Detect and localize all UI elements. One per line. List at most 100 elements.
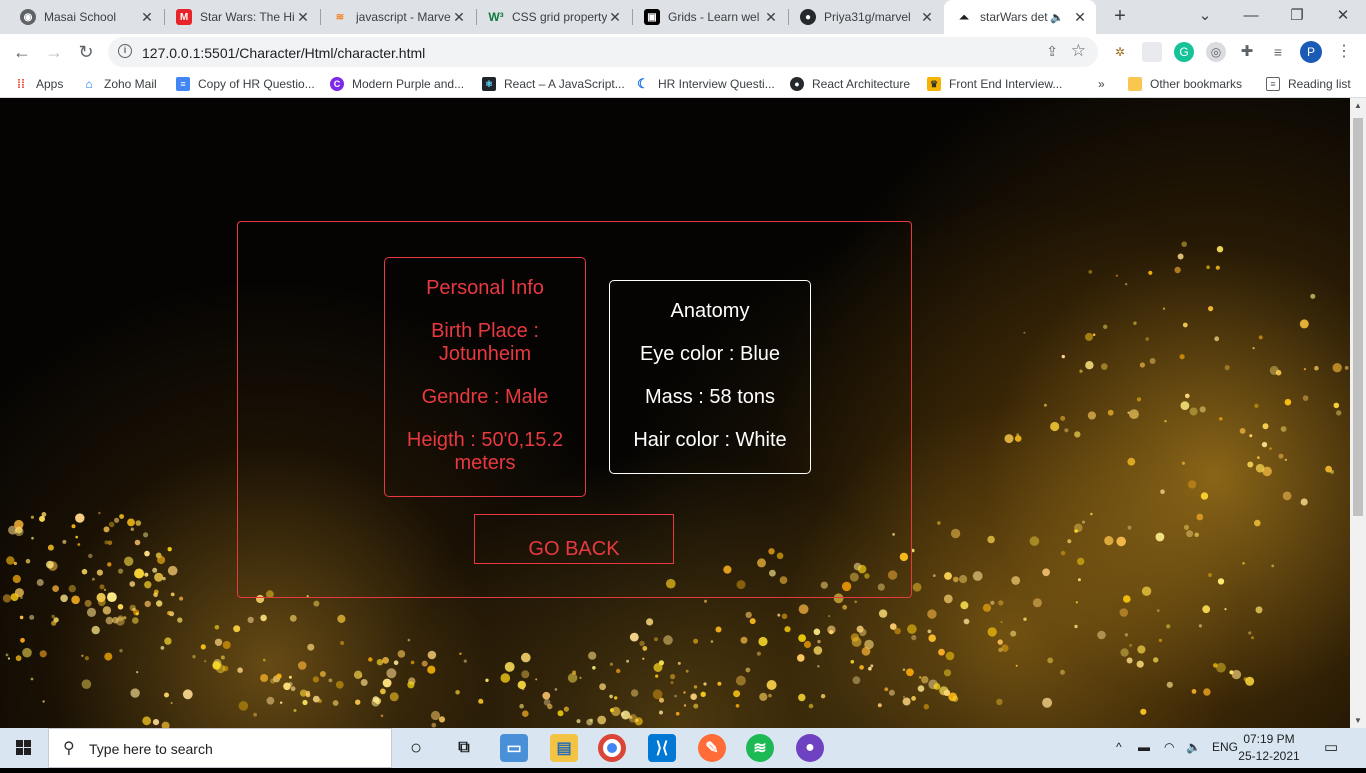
address-bar[interactable]: i 127.0.0.1:5501/Character/Html/characte… [108,37,1098,67]
sparkle-dot [372,696,379,703]
share-icon[interactable]: ⇪ [1046,43,1058,60]
chrome-icon[interactable] [598,734,626,762]
windows-start-icon[interactable] [0,728,48,768]
tab-masai[interactable]: ◉ Masai School ✕ [8,0,163,34]
forward-icon[interactable]: → [42,40,66,64]
info-icon[interactable]: i [118,44,132,58]
go-back-button[interactable]: GO BACK [474,514,674,564]
page-scrollbar[interactable]: ▲ ▼ [1350,98,1366,728]
desktop-app-icon[interactable]: ▭ [500,734,528,762]
bookmark-hr-interview[interactable]: ☾ HR Interview Questi... [636,76,775,92]
extension-blank-icon[interactable] [1142,42,1162,62]
tab-starwars-hi[interactable]: M Star Wars: The Hi ✕ [164,0,319,34]
sparkle-dot [588,651,597,660]
extension-gray-icon[interactable]: ◎ [1206,42,1226,62]
extension-bug-icon[interactable]: ✲ [1110,42,1130,62]
tab-grids[interactable]: ▣ Grids - Learn wel ✕ [632,0,787,34]
bookmark-apps[interactable]: ⁞⁞ Apps [14,76,63,92]
sparkle-dot [114,517,120,523]
bookmark-modern-purple[interactable]: C Modern Purple and... [330,76,464,92]
github-desktop-icon[interactable]: ● [796,734,824,762]
sparkle-dot [870,664,874,668]
sparkle-dot [20,637,25,643]
sparkle-dot [30,677,34,681]
sparkle-dot [212,661,221,670]
grammarly-icon[interactable]: G [1174,42,1194,62]
scroll-up-icon[interactable]: ▲ [1353,101,1363,110]
tray-chevron-icon[interactable]: ^ [1116,740,1122,754]
bookmark-front-end[interactable]: ♛ Front End Interview... [927,76,1062,92]
tab-starwars-det[interactable]: ⏶ starWars det 🔈 ✕ [944,0,1096,34]
menu-kebab-icon[interactable]: ⋮ [1334,42,1354,62]
extensions-puzzle-icon[interactable]: ✚ [1237,42,1257,62]
task-view-icon[interactable]: ⧉ [450,734,478,762]
audio-icon[interactable]: 🔈 [1050,11,1064,24]
sparkle-dot [1302,395,1309,401]
sparkle-dot [563,706,570,712]
sparkle-dot [1284,398,1292,406]
scrollbar-thumb[interactable] [1353,118,1363,516]
cortana-icon[interactable]: ○ [402,734,430,762]
bookmark-react-architecture[interactable]: ● React Architecture [790,76,910,92]
sparkle-dot [634,717,643,726]
bookmark-zoho-mail[interactable]: ⌂ Zoho Mail [82,76,156,92]
taskbar-search[interactable]: ⚲ Type here to search [48,728,392,768]
scroll-down-icon[interactable]: ▼ [1353,716,1363,725]
vscode-icon[interactable]: ⟩⟨ [648,734,676,762]
new-tab-button[interactable]: + [1108,5,1132,29]
close-icon[interactable]: ✕ [451,9,467,25]
sparkle-dot [766,680,777,690]
back-icon[interactable]: ← [10,40,34,64]
volume-icon[interactable]: 🔈 [1186,740,1201,754]
sparkle-dot [1149,358,1156,364]
sparkle-dot [312,676,319,683]
sparkle-dot [1330,469,1334,474]
notifications-icon[interactable]: ▭ [1324,738,1338,756]
battery-icon[interactable]: ▬ [1138,740,1150,754]
bookmarks-overflow-button[interactable]: » [1098,76,1105,92]
bookmark-hr-questions[interactable]: ≡ Copy of HR Questio... [176,76,315,92]
taskbar-clock[interactable]: 07:19 PM 25-12-2021 [1238,731,1300,765]
profile-avatar[interactable]: P [1300,41,1322,63]
mdn-icon: ▣ [644,9,660,25]
sparkle-dot [683,691,686,694]
bookmark-reading-list[interactable]: ≡ Reading list [1266,76,1351,92]
sparkle-dot [238,701,249,711]
close-icon[interactable]: ✕ [1072,9,1088,25]
close-icon[interactable]: ✕ [763,9,779,25]
bookmark-other[interactable]: Other bookmarks [1128,76,1242,92]
close-icon[interactable]: ✕ [607,9,623,25]
url-text[interactable]: 127.0.0.1:5501/Character/Html/character.… [142,45,425,61]
file-explorer-icon[interactable]: ▤ [550,734,578,762]
close-window-button[interactable]: ✕ [1320,0,1366,34]
minimize-button[interactable]: — [1228,0,1274,34]
sparkle-dot [674,694,677,698]
sparkle-dot [521,670,530,679]
close-icon[interactable]: ✕ [919,9,935,25]
sparkle-dot [332,700,339,706]
sparkle-dot [1127,457,1136,466]
language-indicator[interactable]: ENG [1212,740,1238,754]
sparkle-dot [36,579,44,586]
sparkle-dot [1333,402,1340,409]
tab-javascript[interactable]: ≋ javascript - Marve ✕ [320,0,475,34]
close-icon[interactable]: ✕ [139,9,155,25]
bookmark-star-icon[interactable]: ☆ [1071,41,1086,61]
sparkle-dot [99,584,105,590]
media-control-icon[interactable]: ≡ [1268,42,1288,62]
postman-icon[interactable]: ✎ [698,734,726,762]
sparkle-dot [803,640,812,649]
sparkle-dot [998,600,1004,606]
tab-css-grid[interactable]: W³ CSS grid property ✕ [476,0,631,34]
close-icon[interactable]: ✕ [295,9,311,25]
maximize-button[interactable]: ❐ [1274,0,1320,34]
sparkle-dot [142,716,152,726]
reload-icon[interactable]: ↻ [74,40,98,64]
bookmark-react[interactable]: ⚛ React – A JavaScript... [482,76,625,92]
wifi-icon[interactable]: ◠ [1164,740,1174,754]
tab-search-icon[interactable]: ⌄ [1182,0,1228,34]
tab-github[interactable]: ● Priya31g/marvel ✕ [788,0,943,34]
sparkle-dot [86,607,97,617]
sparkle-dot [75,535,78,539]
spotify-icon[interactable]: ≋ [746,734,774,762]
